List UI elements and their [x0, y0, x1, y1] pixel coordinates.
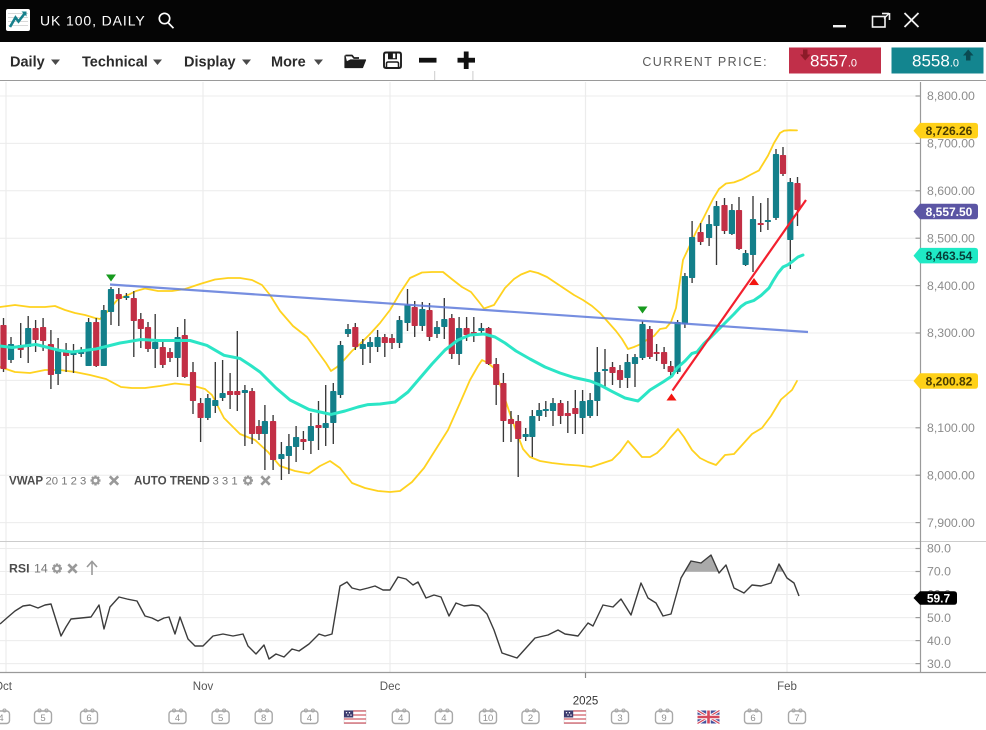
svg-text:4: 4 — [0, 713, 4, 724]
svg-text:20 1 2 3: 20 1 2 3 — [46, 476, 87, 488]
svg-text:8,100.00: 8,100.00 — [927, 421, 975, 435]
svg-text:4: 4 — [398, 713, 403, 724]
svg-text:4: 4 — [307, 713, 312, 724]
svg-text:Nov: Nov — [193, 681, 214, 693]
svg-text:8,600.00: 8,600.00 — [927, 184, 975, 198]
svg-text:8,500.00: 8,500.00 — [927, 231, 975, 245]
svg-text:Display: Display — [184, 55, 236, 71]
svg-text:6: 6 — [86, 713, 91, 724]
svg-text:30.0: 30.0 — [927, 657, 951, 671]
svg-text:More: More — [271, 55, 306, 71]
svg-text:8,400.00: 8,400.00 — [927, 279, 975, 293]
svg-text:Oct: Oct — [0, 681, 13, 693]
svg-text:4: 4 — [441, 713, 446, 724]
svg-text:VWAP: VWAP — [9, 475, 43, 488]
svg-text:14: 14 — [34, 562, 48, 576]
svg-text:4: 4 — [175, 713, 180, 724]
svg-text:70.0: 70.0 — [927, 565, 951, 579]
svg-text:7: 7 — [794, 713, 799, 724]
svg-text:40.0: 40.0 — [927, 634, 951, 648]
svg-text:10: 10 — [483, 713, 494, 724]
svg-text:3: 3 — [617, 713, 622, 724]
svg-text:2: 2 — [528, 713, 533, 724]
svg-text:8,557.50: 8,557.50 — [926, 205, 973, 219]
svg-text:50.0: 50.0 — [927, 611, 951, 625]
svg-text:Dec: Dec — [380, 681, 401, 693]
svg-text:6: 6 — [750, 713, 755, 724]
svg-text:8,000.00: 8,000.00 — [927, 468, 975, 482]
svg-text:8: 8 — [261, 713, 266, 724]
svg-text:7,900.00: 7,900.00 — [927, 516, 975, 530]
svg-text:RSI: RSI — [9, 562, 30, 576]
svg-text:3 3 1: 3 3 1 — [213, 476, 238, 488]
svg-text:8,700.00: 8,700.00 — [927, 137, 975, 151]
svg-text:Technical: Technical — [82, 55, 148, 71]
svg-text:8,800.00: 8,800.00 — [927, 89, 975, 103]
svg-text:8,726.26: 8,726.26 — [926, 124, 973, 138]
svg-text:8,463.54: 8,463.54 — [926, 249, 973, 263]
svg-text:5: 5 — [40, 713, 45, 724]
svg-text:9: 9 — [661, 713, 666, 724]
svg-text:Daily: Daily — [10, 55, 45, 71]
svg-text:AUTO TREND: AUTO TREND — [134, 475, 210, 488]
svg-text:8,200.82: 8,200.82 — [926, 374, 973, 388]
svg-text:CURRENT PRICE:: CURRENT PRICE: — [642, 55, 768, 69]
svg-text:Feb: Feb — [777, 681, 797, 693]
svg-text:5: 5 — [218, 713, 223, 724]
svg-text:8,300.00: 8,300.00 — [927, 326, 975, 340]
svg-text:59.7: 59.7 — [927, 591, 951, 605]
svg-text:2025: 2025 — [573, 696, 599, 708]
svg-text:80.0: 80.0 — [927, 542, 951, 556]
